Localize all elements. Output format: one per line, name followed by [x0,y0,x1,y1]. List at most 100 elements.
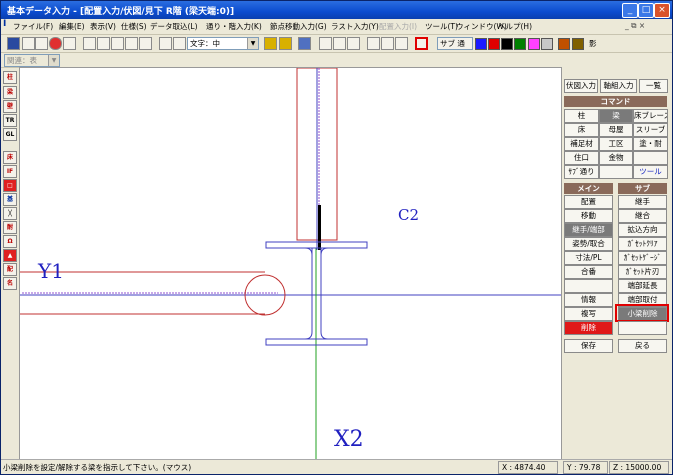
main-place[interactable]: 配置 [564,195,613,209]
tool-floor[interactable]: 床 [3,151,17,164]
cmd-sub-grid[interactable]: ｻﾌﾞ通り [564,165,599,179]
text-size-combo[interactable]: 文字：中 ▼ [187,37,259,50]
color-swatch-red[interactable] [488,38,500,50]
tool-wall[interactable]: 壁 [3,100,17,113]
sub-direction[interactable]: 拡込方向 [618,223,667,237]
color-swatch-brown[interactable] [572,38,584,50]
cmd-zone[interactable]: 工区 [599,137,633,151]
minimize-button[interactable]: _ [622,3,638,18]
color-swatch-magenta[interactable] [528,38,540,50]
line-icon[interactable] [319,37,332,50]
menu-grid-floor[interactable]: 通り・階入力(K) [206,21,262,32]
rack-icon[interactable] [264,37,277,50]
main-delete[interactable]: 削除 [564,321,613,335]
cmd-tools[interactable]: ツール [633,165,668,179]
color-swatch-black[interactable] [501,38,513,50]
tool-layout[interactable]: 配 [3,263,17,276]
sub-gusset-edge[interactable]: ｶﾞｾｯﾄ片刃 [618,265,667,279]
redo-icon[interactable] [35,37,48,50]
tool-beam[interactable]: 梁 [3,86,17,99]
refresh-icon[interactable] [139,37,152,50]
close-button[interactable]: × [654,3,670,18]
maximize-button[interactable]: □ [638,3,654,18]
save-button[interactable]: 保存 [564,339,613,353]
cmd-supplement[interactable]: 補足材 [564,137,599,151]
menu-placement[interactable]: 配置入力(I) [379,21,417,32]
dim-icon[interactable] [367,37,380,50]
text-tool-icon[interactable] [159,37,172,50]
main-move[interactable]: 移動 [564,209,613,223]
tool-shear[interactable]: 耐 [3,221,17,234]
save-icon[interactable] [7,37,20,50]
tool-box[interactable]: □ [3,179,17,192]
menu-spec[interactable]: 仕様(S) [121,21,147,32]
calculator-icon[interactable] [298,37,311,50]
cmd-hardware[interactable]: 金物 [599,151,633,165]
back-button[interactable]: 戻る [618,339,667,353]
window-icon[interactable] [97,37,110,50]
tab-list[interactable]: 一覧 [639,79,668,93]
menu-view[interactable]: 表示(V) [90,21,116,32]
main-posture[interactable]: 姿勢/取合 [564,237,613,251]
sub-connect[interactable]: 継合 [618,209,667,223]
tool-gl[interactable]: GL [3,128,17,141]
menu-last-input[interactable]: ラスト入力(Y) [331,21,379,32]
cmd-column[interactable]: 柱 [564,109,599,123]
tool-omega[interactable]: Ω [3,235,17,248]
mdi-controls[interactable]: _ ⧉ × [625,21,645,31]
shadow-label[interactable]: 影 [589,38,597,49]
menu-node-move[interactable]: 節点移動入力(G) [270,21,327,32]
tab-plan-input[interactable]: 伏図入力 [564,79,598,93]
menu-help[interactable]: ヘルプ(H) [498,21,532,32]
drawing-canvas[interactable]: C2 Y1 X2 [19,67,562,461]
color-swatch-gray[interactable] [541,38,553,50]
tool-triangle[interactable]: ▲ [3,249,17,262]
text-height-icon[interactable] [173,37,186,50]
color-swatch-green[interactable] [514,38,526,50]
main-copy[interactable]: 複写 [564,307,613,321]
color-swatch-blue[interactable] [475,38,487,50]
cmd-beam[interactable]: 梁 [599,109,633,123]
cmd-paint[interactable]: 塗・耐 [633,137,668,151]
tool-name[interactable]: 名 [3,277,17,290]
column-icon[interactable] [333,37,346,50]
erase-icon[interactable] [63,37,76,50]
sub-gusset-clear[interactable]: ｶﾞｾｯﾄｸﾘｱ [618,237,667,251]
cross-icon[interactable] [347,37,360,50]
cmd-opening[interactable]: 住口 [564,151,599,165]
sub-gusset-gauge[interactable]: ｶﾞｾｯﾄｹﾞｰｼﾞ [618,251,667,265]
menu-file[interactable]: ファイル(F) [13,21,53,32]
main-numbering[interactable]: 合番 [564,265,613,279]
angle-icon[interactable] [395,37,408,50]
tab-frame-input[interactable]: 軸組入力 [600,79,637,93]
menu-tools[interactable]: ツール(T) [425,21,458,32]
cmd-purlin[interactable]: 母屋 [599,123,633,137]
sub-joint[interactable]: 継手 [618,195,667,209]
main-dimension[interactable]: 寸法/PL [564,251,613,265]
sub-grid-button[interactable]: サブ 通 [437,37,473,50]
house-icon[interactable] [279,37,292,50]
main-info[interactable]: 情報 [564,293,613,307]
slope-icon[interactable] [381,37,394,50]
grid-icon[interactable] [83,37,96,50]
menu-edit[interactable]: 編集(E) [59,21,85,32]
tool-tr[interactable]: TR [3,114,17,127]
stop-icon[interactable] [49,37,62,50]
label-x2: X2 [334,427,364,452]
tool-column[interactable]: 柱 [3,71,17,84]
relation-combo[interactable]: 関連：表 ▼ [4,54,60,67]
sub-end-extend[interactable]: 端部延長 [618,279,667,293]
tool-brace[interactable]: ╳ [3,207,17,220]
cmd-floor[interactable]: 床 [564,123,599,137]
frame-icon[interactable] [415,37,428,50]
cmd-sleeve[interactable]: スリーブ [633,123,668,137]
undo-icon[interactable] [22,37,35,50]
cmd-floor-brace[interactable]: 床ブレース [633,109,668,123]
tool-foundation[interactable]: 基 [3,193,17,206]
zoom-window-icon[interactable] [111,37,124,50]
tool-if[interactable]: IF [3,165,17,178]
main-joint-end[interactable]: 継手/端部 [564,223,613,237]
color-swatch-orange[interactable] [558,38,570,50]
zoom-icon[interactable] [125,37,138,50]
menu-data-import[interactable]: データ取込(L) [150,21,198,32]
